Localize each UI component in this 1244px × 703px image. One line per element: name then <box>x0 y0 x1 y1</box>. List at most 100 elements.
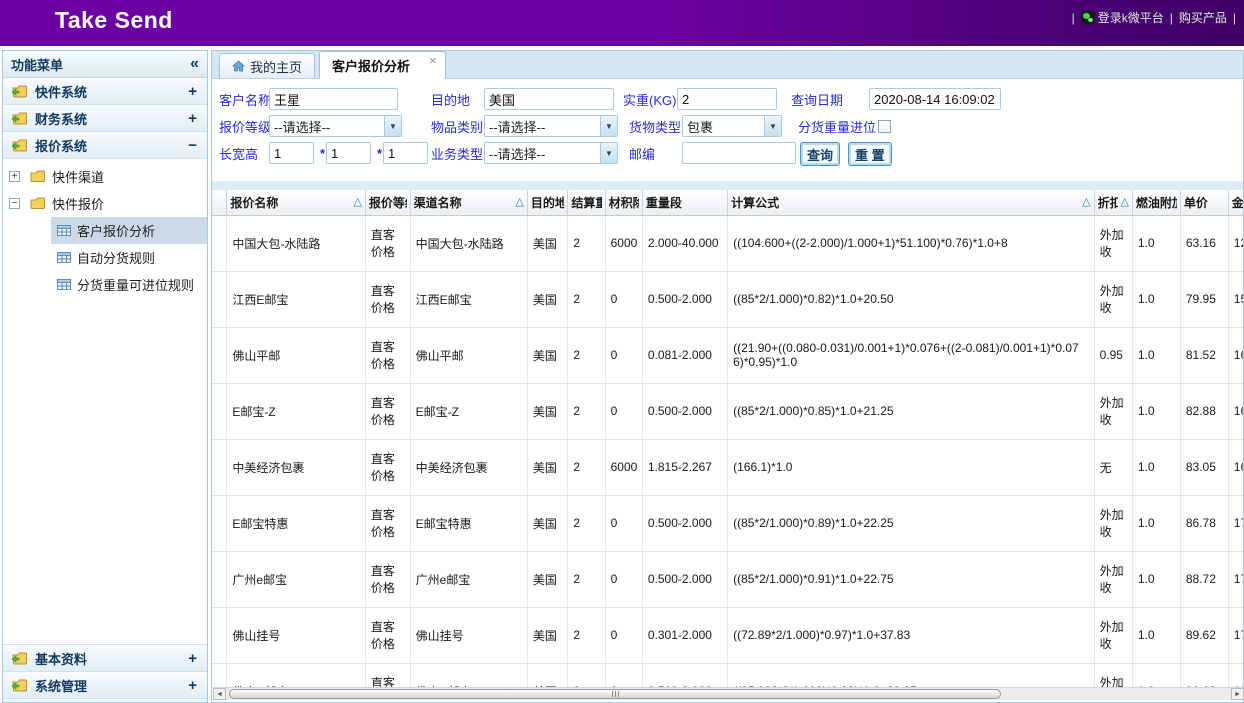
cell-channel-name[interactable]: 广州e邮宝 <box>410 551 527 607</box>
column-header-discount[interactable]: 折扣△ <box>1094 190 1132 215</box>
tab-home[interactable]: 我的主页 <box>219 53 315 78</box>
height-input[interactable] <box>383 142 428 164</box>
cell-fuel-surcharge: 1.0 <box>1132 551 1180 607</box>
column-header-formula[interactable]: 计算公式△ <box>728 190 1094 215</box>
expand-plus-icon[interactable]: + <box>188 83 197 100</box>
cell-channel-name[interactable]: 中美经济包裹 <box>410 439 527 495</box>
cell-channel-name[interactable]: E邮宝-Z <box>410 383 527 439</box>
business-type-select[interactable]: --请选择-- ▼ <box>484 142 618 164</box>
cell-volume-divisor: 0 <box>605 383 642 439</box>
column-header-quote-name[interactable]: 报价名称△ <box>227 190 366 215</box>
column-header-destination[interactable]: 目的地 <box>527 190 567 215</box>
gutter-cell <box>212 495 227 551</box>
sort-asc-icon[interactable]: △ <box>513 197 523 208</box>
tree-item-customer-quote-analysis[interactable]: 客户报价分析 <box>3 217 207 244</box>
tree-item-auto-split-rules[interactable]: 自动分货规则 <box>3 244 207 271</box>
cell-fuel-surcharge: 1.0 <box>1132 271 1180 327</box>
tree-item-label: 分货重量可进位规则 <box>77 275 194 294</box>
close-icon[interactable]: × <box>429 53 437 68</box>
cell-quote-name: 中美经济包裹 <box>227 439 366 495</box>
column-header-weight-range[interactable]: 重量段 <box>642 190 727 215</box>
destination-input[interactable] <box>484 88 614 110</box>
collapse-box-icon[interactable]: − <box>9 198 20 209</box>
cell-discount: 外加收 <box>1094 663 1132 689</box>
menu-section-partial[interactable] <box>3 698 207 702</box>
length-input[interactable] <box>269 142 314 164</box>
width-input[interactable] <box>326 142 371 164</box>
cell-fuel-surcharge: 1.0 <box>1132 383 1180 439</box>
sidebar-section-finance-system[interactable]: 财务系统 + <box>3 105 207 132</box>
cell-amount: 159.9 <box>1228 271 1243 327</box>
reset-button[interactable]: 重 置 <box>848 142 892 166</box>
chevron-down-icon: ▼ <box>764 116 781 136</box>
cell-channel-name[interactable]: 江西E邮宝 <box>410 271 527 327</box>
quote-level-select[interactable]: --请选择-- ▼ <box>269 115 402 137</box>
cell-weight-range: 0.081-2.000 <box>642 327 727 383</box>
cell-channel-name[interactable]: 佛山挂号 <box>410 607 527 663</box>
cell-channel-name[interactable]: 佛山E邮宝 <box>410 663 527 689</box>
scroll-left-button[interactable]: ◄ <box>213 688 226 700</box>
column-header-quote-level[interactable]: 报价等级 <box>365 190 410 215</box>
split-weight-carry-checkbox[interactable] <box>878 120 891 133</box>
collapse-minus-icon[interactable]: − <box>188 137 197 154</box>
folder-share-icon <box>11 84 28 98</box>
tree-item-express-quote[interactable]: − 快件报价 <box>3 190 207 217</box>
sidebar-section-quote-system[interactable]: 报价系统 − <box>3 132 207 159</box>
cargo-type-select[interactable]: 包裹 ▼ <box>682 115 782 137</box>
cell-settle-weight: 2 <box>568 327 605 383</box>
zip-code-label: 邮编 <box>629 142 655 164</box>
tree-item-express-channel[interactable]: + 快件渠道 <box>3 163 207 190</box>
sort-asc-icon[interactable]: △ <box>351 197 361 208</box>
tree-item-split-weight-carry-rules[interactable]: 分货重量可进位规则 <box>3 271 207 298</box>
sidebar-section-system-management[interactable]: 系统管理 + <box>3 671 207 698</box>
column-header-channel-name[interactable]: 渠道名称△ <box>410 190 527 215</box>
expand-plus-icon[interactable]: + <box>188 677 197 694</box>
cell-quote-level: 直客价格 <box>365 551 410 607</box>
quote-results-area: 报价名称△报价等级渠道名称△目的地结算重量材积除重量段计算公式△折扣△燃油附加单… <box>212 190 1243 689</box>
table-icon <box>57 251 71 264</box>
cell-weight-range: 1.815-2.267 <box>642 439 727 495</box>
cell-volume-divisor: 6000 <box>605 439 642 495</box>
zip-code-input[interactable] <box>682 142 796 164</box>
select-value: 包裹 <box>683 117 764 136</box>
sidebar-section-express-system[interactable]: 快件系统 + <box>3 78 207 105</box>
expand-plus-icon[interactable]: + <box>188 650 197 667</box>
scroll-right-button[interactable]: ► <box>1231 688 1244 700</box>
cell-destination: 美国 <box>527 551 567 607</box>
cell-weight-range: 0.500-2.000 <box>642 551 727 607</box>
customer-name-input[interactable] <box>269 88 398 110</box>
expand-box-icon[interactable]: + <box>9 171 20 182</box>
cell-unit-price: 90.68 <box>1180 663 1228 689</box>
sort-asc-icon[interactable]: △ <box>1080 197 1090 208</box>
tree-item-label: 快件报价 <box>52 194 104 213</box>
column-header-fuel-surcharge[interactable]: 燃油附加 <box>1132 190 1180 215</box>
business-type-label: 业务类型 <box>431 142 483 164</box>
cell-channel-name[interactable]: E邮宝特惠 <box>410 495 527 551</box>
sort-asc-icon[interactable]: △ <box>1118 197 1128 208</box>
login-kwei-link[interactable]: 登录k微平台 <box>1081 9 1164 26</box>
tab-customer-quote-analysis[interactable]: 客户报价分析 × <box>319 51 446 79</box>
expand-plus-icon[interactable]: + <box>188 110 197 127</box>
query-date-input[interactable] <box>869 88 1001 110</box>
search-button[interactable]: 查询 <box>800 142 840 166</box>
sidebar-section-basic-data[interactable]: 基本资料 + <box>3 644 207 671</box>
column-header-volume-divisor[interactable]: 材积除 <box>605 190 642 215</box>
cell-discount: 外加收 <box>1094 495 1132 551</box>
column-header-settle-weight[interactable]: 结算重量 <box>568 190 605 215</box>
chevron-down-icon: ▼ <box>384 116 401 136</box>
collapse-panel-icon[interactable]: « <box>190 55 199 73</box>
item-type-select[interactable]: --请选择-- ▼ <box>484 115 618 137</box>
cell-discount: 0.95 <box>1094 327 1132 383</box>
sidebar: 功能菜单 « 快件系统 + 财务系统 + 报价系统 − + 快件渠道 − <box>2 50 208 703</box>
buy-product-link[interactable]: 购买产品 <box>1179 9 1227 26</box>
cell-volume-divisor: 0 <box>605 551 642 607</box>
column-header-unit-price[interactable]: 单价 <box>1180 190 1228 215</box>
cell-channel-name[interactable]: 佛山平邮 <box>410 327 527 383</box>
table-icon <box>57 224 71 237</box>
column-header-amount[interactable]: 金额△ <box>1228 190 1243 215</box>
actual-weight-input[interactable] <box>677 88 777 110</box>
horizontal-scrollbar[interactable]: ◄ ► <box>213 687 1244 700</box>
table-row: 佛山挂号直客价格佛山挂号美国200.301-2.000((72.89*2/1.0… <box>212 607 1243 663</box>
scrollbar-thumb[interactable] <box>229 689 1001 699</box>
cell-channel-name[interactable]: 中国大包-水陆路 <box>410 215 527 271</box>
